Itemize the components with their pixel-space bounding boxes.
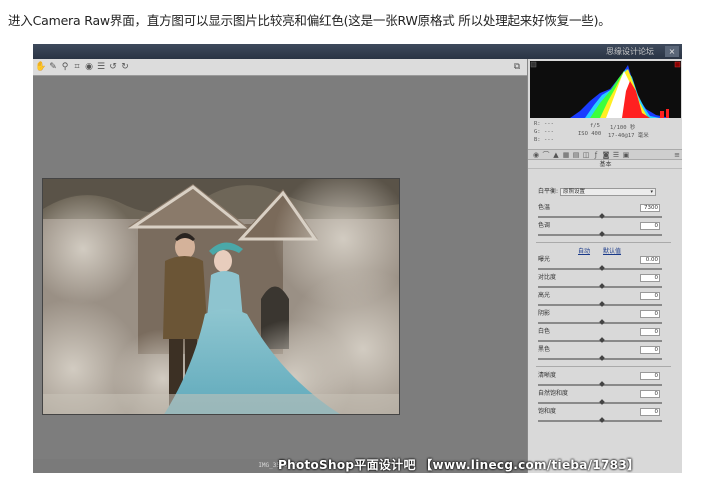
tab-lens-icon[interactable]: ◫ (582, 151, 590, 159)
camera-raw-window: 思缘设计论坛 × ✋ ✎ ⚲ ⌗ ◉ ☰ ↺ ↻ ⧉ IMG_3536.CR2 … (33, 44, 682, 473)
r-value: --- (544, 121, 554, 127)
whites-label: 白色 (538, 328, 551, 335)
whites-slider[interactable] (538, 337, 662, 343)
clarity-label: 清晰度 (538, 372, 557, 379)
tab-presets-icon[interactable]: ☰ (612, 151, 620, 159)
close-button[interactable]: × (665, 46, 679, 57)
section-title: 基本 (528, 160, 682, 169)
panel-tabs: ◉ ⌒ ▲ ▦ ▤ ◫ ƒ ◙ ☰ ▣ ≡ (528, 149, 682, 160)
r-label: R: (534, 121, 541, 127)
shadows-slider[interactable] (538, 319, 662, 325)
straighten-icon[interactable]: ◉ (83, 61, 95, 73)
lens: 17-40@17 毫米 (608, 133, 649, 139)
highlights-label: 高光 (538, 292, 551, 299)
panel-menu-icon[interactable]: ≡ (673, 151, 681, 159)
b-value: --- (544, 137, 554, 143)
slider-knob[interactable] (599, 283, 605, 289)
divider (536, 366, 671, 367)
exposure-slider[interactable] (538, 265, 662, 271)
slider-knob[interactable] (599, 301, 605, 307)
fullscreen-icon[interactable]: ⧉ (511, 61, 523, 73)
title-watermark: 思缘设计论坛 (606, 47, 654, 56)
histogram-graph (530, 61, 681, 118)
clarity-slider[interactable] (538, 381, 662, 387)
highlights-input[interactable]: 0 (640, 292, 660, 300)
tab-hsl-icon[interactable]: ▦ (562, 151, 570, 159)
shutter-speed: 1/100 秒 (610, 125, 636, 131)
tint-slider[interactable] (538, 231, 662, 237)
divider (536, 242, 671, 243)
tab-fx-icon[interactable]: ƒ (592, 151, 600, 159)
aperture: f/5 (590, 123, 600, 129)
blacks-input[interactable]: 0 (640, 346, 660, 354)
slider-knob[interactable] (599, 399, 605, 405)
saturation-slider[interactable] (538, 417, 662, 423)
blacks-label: 黑色 (538, 346, 551, 353)
rotate-right-icon[interactable]: ↻ (119, 61, 131, 73)
contrast-input[interactable]: 0 (640, 274, 660, 282)
slider-knob[interactable] (599, 231, 605, 237)
slider-knob[interactable] (599, 381, 605, 387)
image-preview-area[interactable] (33, 76, 527, 459)
vibrance-input[interactable]: 0 (640, 390, 660, 398)
contrast-label: 对比度 (538, 274, 557, 281)
toolbar: ✋ ✎ ⚲ ⌗ ◉ ☰ ↺ ↻ ⧉ (33, 59, 527, 76)
contrast-slider[interactable] (538, 283, 662, 289)
tab-snapshots-icon[interactable]: ▣ (622, 151, 630, 159)
slider-knob[interactable] (599, 319, 605, 325)
g-label: G: (534, 129, 541, 135)
hand-icon[interactable]: ✋ (35, 61, 47, 73)
highlights-slider[interactable] (538, 301, 662, 307)
exposure-label: 曝光 (538, 256, 551, 263)
white-balance-value: 原照设置 (563, 189, 586, 195)
slider-knob[interactable] (599, 355, 605, 361)
temperature-input[interactable]: 7300 (640, 204, 660, 212)
caption-text: 进入Camera Raw界面，直方图可以显示图片比较亮和偏红色(这是一张RW原格… (8, 13, 611, 28)
list-icon[interactable]: ☰ (95, 61, 107, 73)
rotate-left-icon[interactable]: ↺ (107, 61, 119, 73)
saturation-label: 饱和度 (538, 408, 557, 415)
histogram (530, 61, 681, 118)
adjustment-panel: R: --- G: --- B: --- f/5 1/100 秒 ISO 400… (527, 59, 682, 473)
iso: ISO 400 (578, 131, 602, 137)
vibrance-label: 自然饱和度 (538, 390, 569, 397)
chevron-down-icon: ▾ (650, 189, 653, 195)
temperature-label: 色温 (538, 204, 551, 211)
tab-split-toning-icon[interactable]: ▤ (572, 151, 580, 159)
clarity-input[interactable]: 0 (640, 372, 660, 380)
whites-input[interactable]: 0 (640, 328, 660, 336)
white-balance-label: 白平衡: (538, 188, 559, 195)
tab-camera-calibration-icon[interactable]: ◙ (602, 151, 610, 159)
crop-icon[interactable]: ⌗ (71, 61, 83, 73)
wedding-photo-image (43, 179, 399, 414)
slider-knob[interactable] (599, 337, 605, 343)
title-bar: 思缘设计论坛 × (33, 44, 682, 59)
exposure-input[interactable]: 0.00 (640, 256, 660, 264)
white-balance-select[interactable]: 原照设置 ▾ (560, 188, 656, 196)
photo-preview (42, 178, 400, 415)
shadows-input[interactable]: 0 (640, 310, 660, 318)
tab-basic-icon[interactable]: ◉ (532, 151, 540, 159)
auto-link[interactable]: 自动 (578, 246, 590, 255)
slider-knob[interactable] (599, 213, 605, 219)
temperature-slider[interactable] (538, 213, 662, 219)
watermark-text: PhotoShop平面设计吧 【www.linecg.com/tieba/178… (278, 458, 640, 472)
vibrance-slider[interactable] (538, 399, 662, 405)
tint-label: 色调 (538, 222, 551, 229)
g-value: --- (544, 129, 554, 135)
white-balance-icon[interactable]: ⚲ (59, 61, 71, 73)
default-link[interactable]: 默认值 (603, 246, 621, 255)
slider-knob[interactable] (599, 417, 605, 423)
eyedropper-icon[interactable]: ✎ (47, 61, 59, 73)
tab-tone-curve-icon[interactable]: ⌒ (542, 151, 550, 159)
saturation-input[interactable]: 0 (640, 408, 660, 416)
b-label: B: (534, 137, 541, 143)
shadows-label: 阴影 (538, 310, 551, 317)
tint-input[interactable]: 0 (640, 222, 660, 230)
blacks-slider[interactable] (538, 355, 662, 361)
metadata-readout: R: --- G: --- B: --- f/5 1/100 秒 ISO 400… (530, 119, 681, 145)
tab-detail-icon[interactable]: ▲ (552, 151, 560, 159)
slider-knob[interactable] (599, 265, 605, 271)
page-margin (682, 44, 701, 473)
